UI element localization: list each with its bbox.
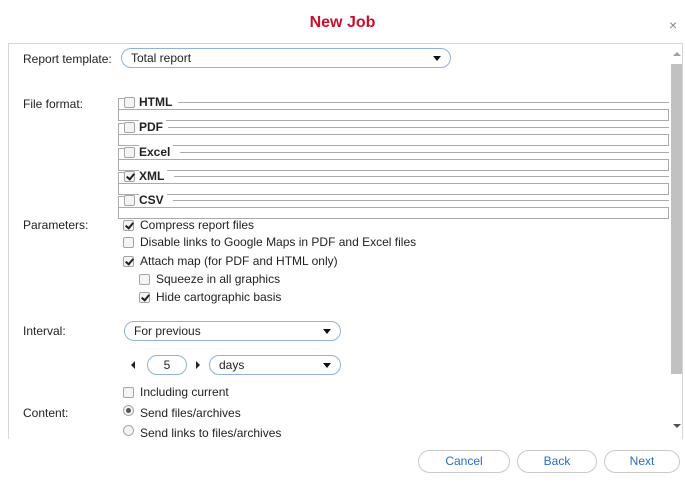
format-excel-checkbox[interactable] xyxy=(124,147,135,158)
attach-map-checkbox[interactable] xyxy=(123,256,134,267)
hide-basis-label: Hide cartographic basis xyxy=(156,290,282,304)
disable-google-links-checkbox[interactable] xyxy=(123,237,134,248)
format-html-checkbox[interactable] xyxy=(124,97,135,108)
send-links-label: Send links to files/archives xyxy=(140,426,282,440)
compress-files-label: Compress report files xyxy=(140,218,255,232)
compress-files-checkbox[interactable] xyxy=(123,220,134,231)
format-pdf-label: PDF xyxy=(139,120,166,134)
chevron-down-icon xyxy=(323,363,331,368)
format-line xyxy=(178,102,669,103)
content-label: Content: xyxy=(23,406,69,420)
decrement-arrow-icon[interactable] xyxy=(131,361,135,369)
including-current-label: Including current xyxy=(140,385,229,399)
chevron-down-icon xyxy=(433,56,441,61)
format-box-top xyxy=(118,207,669,208)
scrollbar-thumb[interactable] xyxy=(671,64,682,374)
send-links-radio[interactable] xyxy=(123,425,134,436)
format-line xyxy=(168,127,669,128)
interval-mode-value: For previous xyxy=(134,324,201,338)
format-line xyxy=(180,152,669,153)
send-files-label: Send files/archives xyxy=(140,406,241,420)
format-xml-label: XML xyxy=(139,169,168,183)
next-button[interactable]: Next xyxy=(604,450,680,473)
close-icon[interactable]: × xyxy=(669,17,677,33)
hide-basis-checkbox[interactable] xyxy=(139,292,150,303)
including-current-checkbox[interactable] xyxy=(123,387,134,398)
format-box-top xyxy=(118,134,669,135)
format-line xyxy=(174,176,669,177)
increment-arrow-icon[interactable] xyxy=(196,361,200,369)
format-box-top xyxy=(118,183,669,184)
interval-unit-value: days xyxy=(219,358,245,372)
attach-map-label: Attach map (for PDF and HTML only) xyxy=(140,254,338,268)
interval-unit-select[interactable]: days xyxy=(209,355,341,375)
format-csv-label: CSV xyxy=(139,193,167,207)
format-xml-checkbox[interactable] xyxy=(124,171,135,182)
report-template-select[interactable]: Total report xyxy=(121,48,451,68)
format-line xyxy=(173,200,669,201)
squeeze-graphics-label: Squeeze in all graphics xyxy=(156,272,281,286)
interval-mode-select[interactable]: For previous xyxy=(124,321,341,341)
vertical-scrollbar[interactable] xyxy=(670,47,684,437)
report-template-label: Report template: xyxy=(23,52,112,66)
parameters-label: Parameters: xyxy=(23,218,89,232)
squeeze-graphics-checkbox[interactable] xyxy=(139,274,150,285)
chevron-down-icon xyxy=(323,329,331,334)
interval-label: Interval: xyxy=(23,324,66,338)
interval-count-input[interactable]: 5 xyxy=(147,355,187,375)
format-csv-checkbox[interactable] xyxy=(124,195,135,206)
format-box-top xyxy=(118,109,669,110)
send-files-radio[interactable] xyxy=(123,405,134,416)
back-button[interactable]: Back xyxy=(517,450,597,473)
cancel-button[interactable]: Cancel xyxy=(418,450,510,473)
dialog-title: New Job xyxy=(309,14,376,31)
format-excel-label: Excel xyxy=(139,145,174,159)
report-template-value: Total report xyxy=(131,51,192,65)
format-pdf-checkbox[interactable] xyxy=(124,122,135,133)
scroll-up-icon[interactable] xyxy=(673,52,681,56)
file-format-label: File format: xyxy=(23,97,84,111)
format-box-top xyxy=(118,159,669,160)
disable-google-links-label: Disable links to Google Maps in PDF and … xyxy=(140,235,417,249)
format-html-label: HTML xyxy=(139,95,176,109)
scroll-down-icon[interactable] xyxy=(673,424,681,428)
new-job-dialog: New Job × Report template: Total report … xyxy=(0,0,685,485)
